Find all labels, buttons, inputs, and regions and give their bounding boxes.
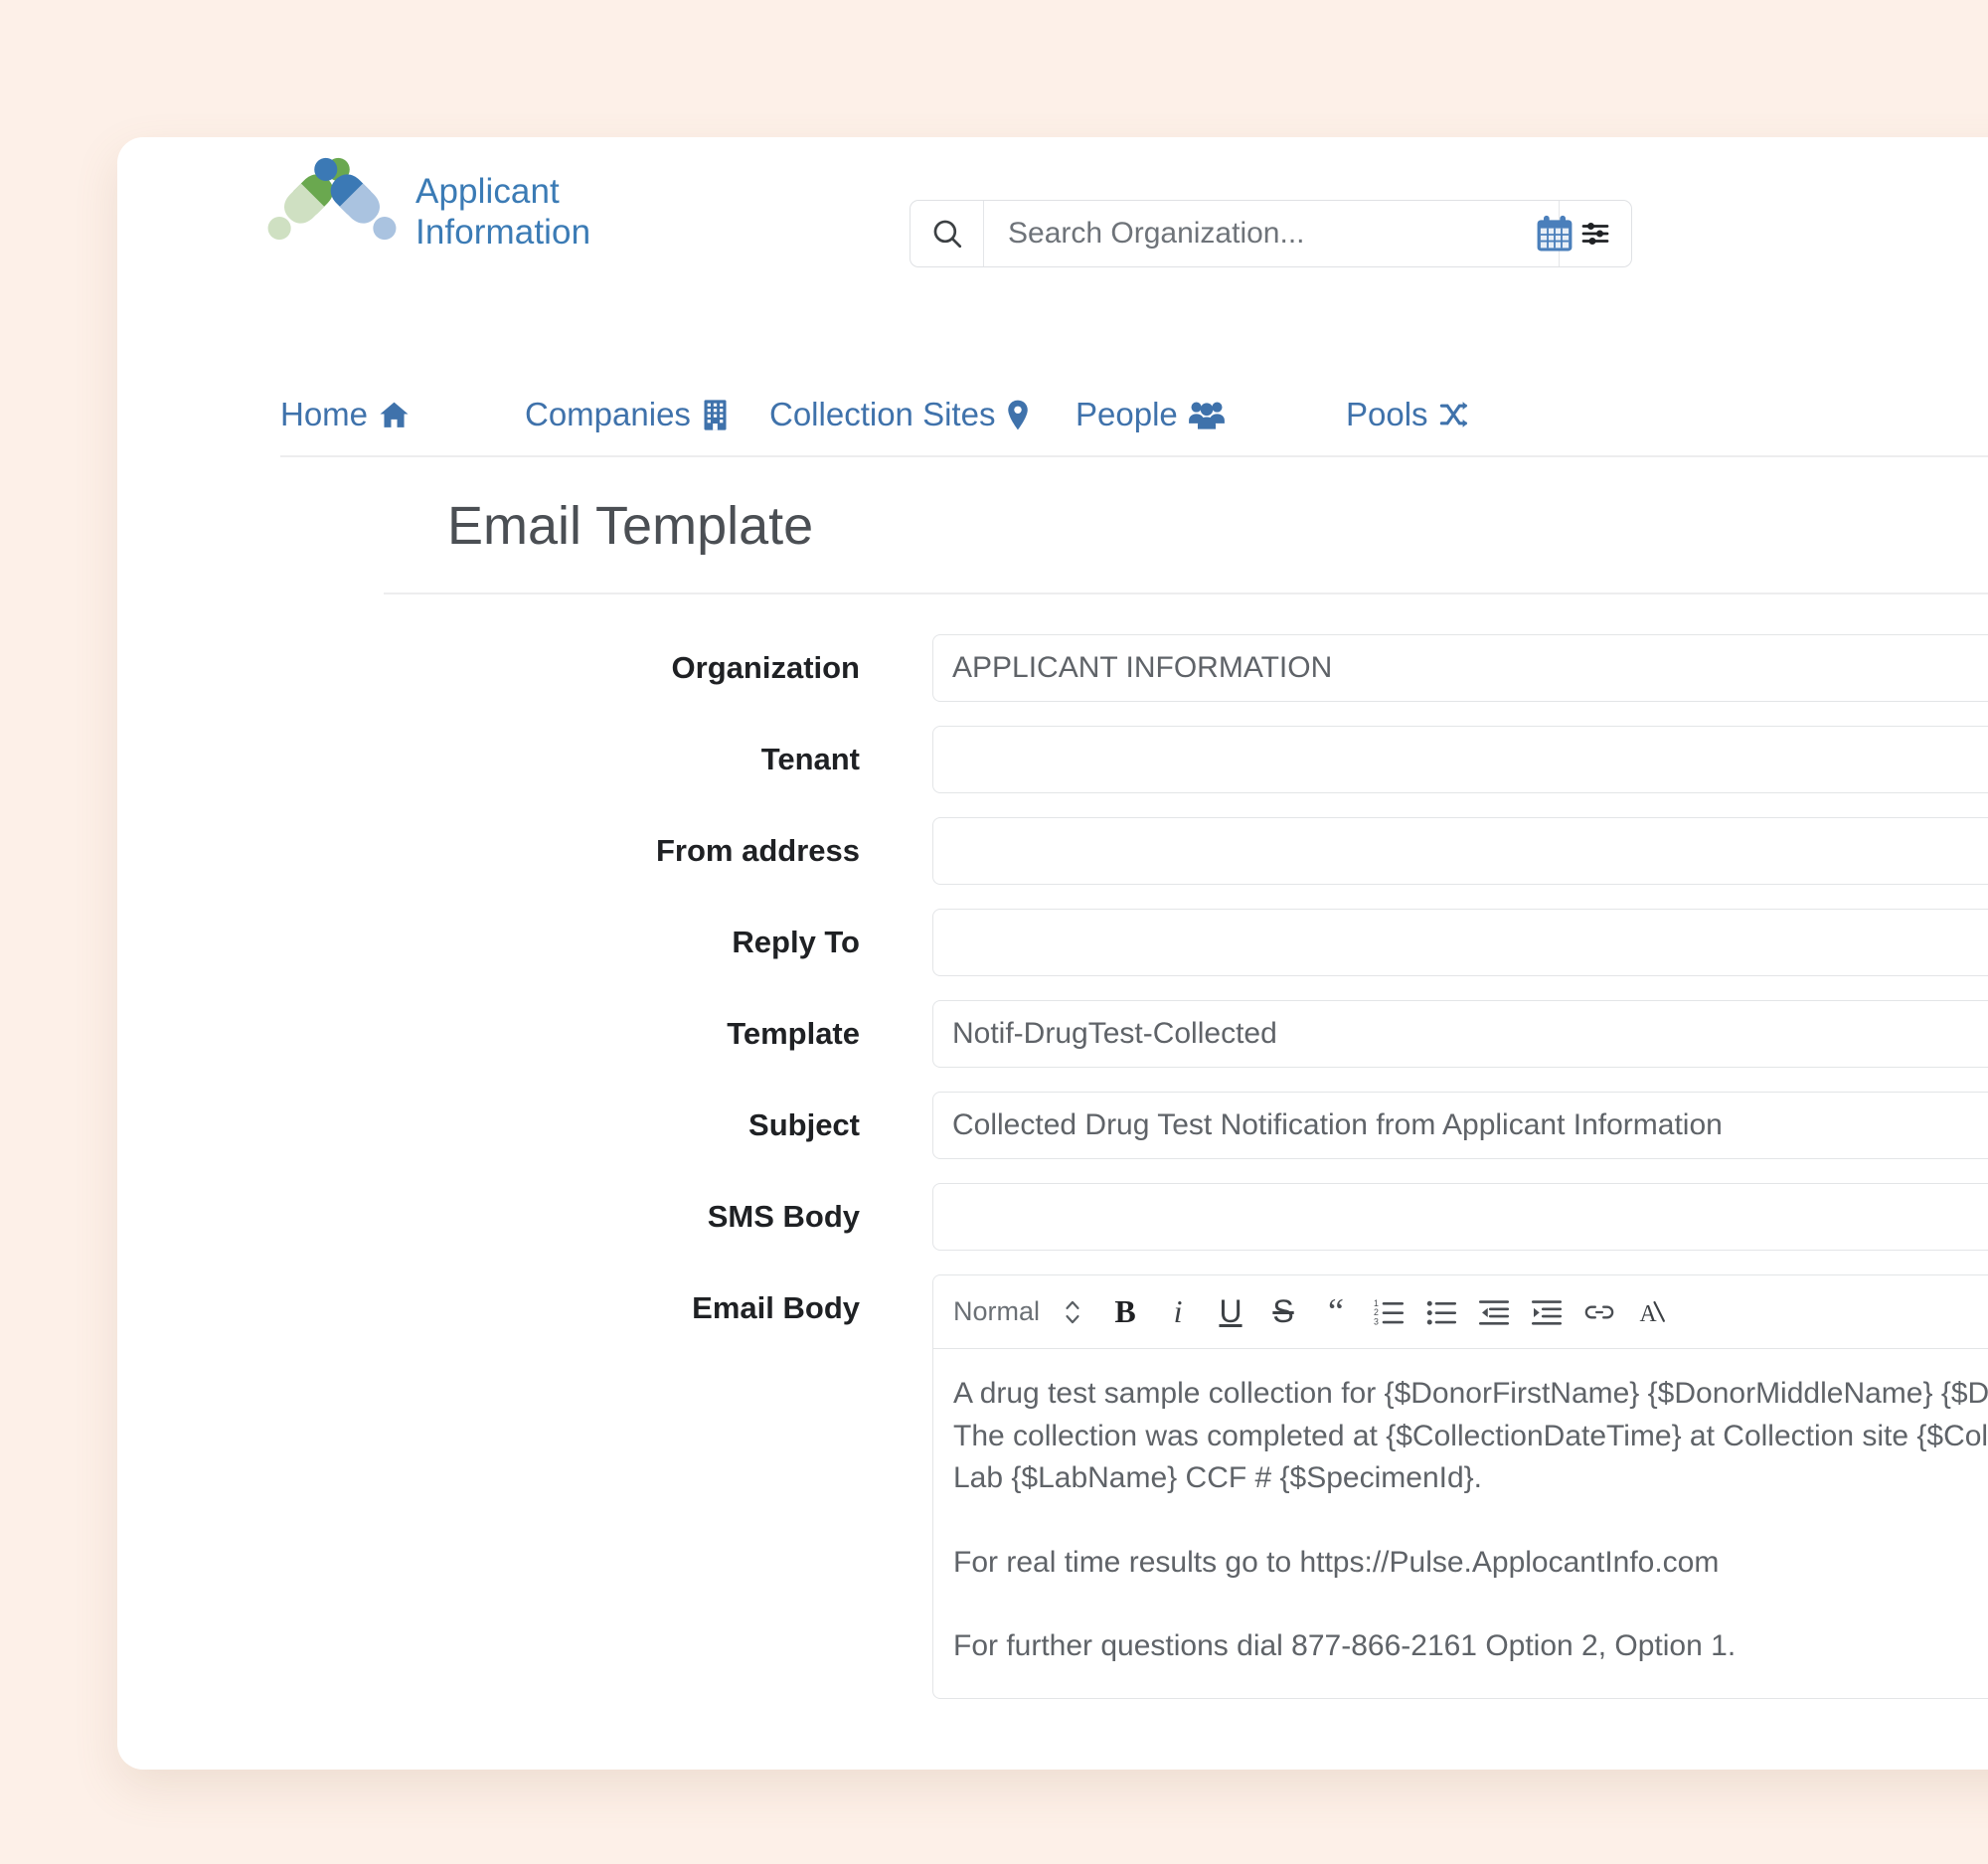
sliders-filter-icon [1581, 223, 1609, 245]
label-email-body: Email Body [692, 1290, 860, 1325]
form-row-template: Template [117, 1000, 1988, 1068]
organization-input[interactable] [932, 634, 1988, 702]
label-reply-to: Reply To [732, 925, 860, 959]
nav-item-collection-sites[interactable]: Collection Sites [769, 396, 1076, 433]
form-row-email-body: Email Body Normal B i U S “ 1 2 3 A A dr… [117, 1274, 1988, 1699]
form-row-organization: Organization [117, 634, 1988, 702]
email-body-content[interactable]: A drug test sample collection for {$Dono… [932, 1348, 1988, 1699]
svg-text:A: A [1640, 1300, 1657, 1326]
ordered-list-button[interactable]: 123 [1365, 1285, 1412, 1339]
brand-name-line2: Information [415, 213, 591, 252]
bold-button[interactable]: B [1101, 1285, 1149, 1339]
nav-item-pools-label: Pools [1346, 396, 1428, 432]
nav-item-pools[interactable]: Pools [1346, 396, 1594, 433]
email-template-form: Organization Tenant From address Reply T… [117, 634, 1988, 1723]
search-icon [933, 220, 961, 249]
people-group-icon [1188, 400, 1226, 430]
editor-toolbar: Normal B i U S “ 1 2 3 A [932, 1274, 1988, 1348]
brand-logo-block[interactable]: Applicant Information [266, 147, 590, 278]
outdent-icon [1479, 1299, 1510, 1325]
blockquote-button[interactable]: “ [1312, 1285, 1360, 1339]
search-input[interactable] [984, 201, 1559, 266]
app-header: Applicant Information [117, 137, 1988, 321]
email-body-paragraph-3: For further questions dial 877-866-2161 … [953, 1629, 1737, 1663]
format-dropdown-chevron-icon[interactable] [1049, 1285, 1096, 1339]
nav-item-home-label: Home [280, 396, 369, 432]
calendar-icon [1537, 215, 1573, 252]
indent-button[interactable] [1523, 1285, 1571, 1339]
page-title-block: Email Template [384, 495, 1988, 594]
form-row-from-address: From address [117, 817, 1988, 885]
from-address-input[interactable] [932, 817, 1988, 885]
brand-name-line1: Applicant [415, 172, 560, 212]
brand-name: Applicant Information [415, 172, 590, 253]
reply-to-input[interactable] [932, 909, 1988, 976]
form-row-tenant: Tenant [117, 726, 1988, 793]
tenant-input[interactable] [932, 726, 1988, 793]
sms-body-input[interactable] [932, 1183, 1988, 1251]
nav-item-people-label: People [1076, 396, 1178, 432]
form-row-reply-to: Reply To [117, 909, 1988, 976]
clear-format-button[interactable]: A [1628, 1285, 1676, 1339]
italic-button[interactable]: i [1154, 1285, 1202, 1339]
nav-item-people[interactable]: People [1076, 396, 1346, 433]
link-icon [1584, 1305, 1614, 1318]
label-tenant: Tenant [760, 742, 860, 776]
app-card: Applicant Information Search Organizatio… [117, 137, 1988, 1770]
clear-format-icon: A [1640, 1300, 1665, 1326]
label-sms-body: SMS Body [707, 1199, 860, 1234]
calendar-button[interactable] [1529, 209, 1580, 260]
email-body-editor: Normal B i U S “ 1 2 3 A A drug test sam… [932, 1274, 1988, 1699]
app-page: Applicant Information Search Organizatio… [0, 0, 1988, 1864]
nav-item-companies-label: Companies [525, 396, 691, 432]
nav-item-collection-sites-label: Collection Sites [769, 396, 996, 432]
svg-text:3: 3 [1374, 1316, 1379, 1326]
nav-item-companies[interactable]: Companies [525, 396, 769, 433]
search-bar [910, 200, 1632, 267]
home-icon [378, 399, 411, 431]
ordered-list-icon: 123 [1374, 1298, 1405, 1326]
link-button[interactable] [1575, 1285, 1623, 1339]
primary-navigation: Home Companies Collection Sites People P… [280, 396, 1988, 457]
page-title: Email Template [384, 495, 1988, 594]
nav-item-home[interactable]: Home [280, 396, 525, 433]
email-body-paragraph-1: A drug test sample collection for {$Dono… [953, 1377, 1988, 1495]
map-pin-icon [1005, 399, 1031, 431]
applicant-information-logo-icon [267, 157, 397, 241]
email-body-paragraph-2: For real time results go to https://Puls… [953, 1545, 1720, 1579]
indent-icon [1532, 1299, 1563, 1325]
label-organization: Organization [671, 650, 860, 685]
bullet-list-icon [1426, 1300, 1457, 1324]
format-dropdown-label[interactable]: Normal [953, 1296, 1044, 1327]
form-row-sms-body: SMS Body [117, 1183, 1988, 1251]
building-icon [701, 399, 730, 431]
label-from-address: From address [655, 833, 860, 868]
underline-button[interactable]: U [1207, 1285, 1254, 1339]
form-row-subject: Subject [117, 1092, 1988, 1159]
template-input[interactable] [932, 1000, 1988, 1068]
label-subject: Subject [748, 1107, 860, 1142]
subject-input[interactable] [932, 1092, 1988, 1159]
bullet-list-button[interactable] [1417, 1285, 1465, 1339]
label-template: Template [727, 1016, 860, 1051]
strikethrough-button[interactable]: S [1259, 1285, 1307, 1339]
shuffle-icon [1438, 400, 1472, 429]
search-button[interactable] [911, 201, 984, 266]
outdent-button[interactable] [1470, 1285, 1518, 1339]
